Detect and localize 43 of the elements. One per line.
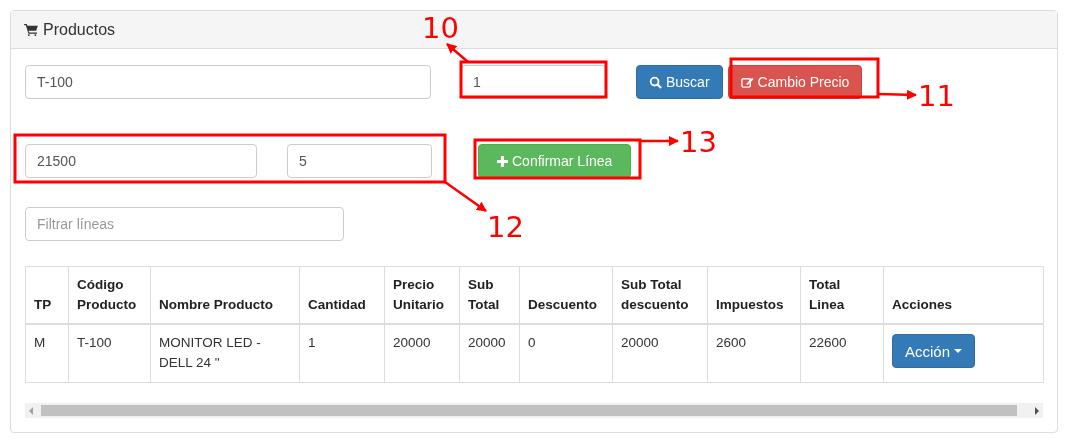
price-field[interactable]: 21500: [25, 144, 257, 178]
callout-number: 11: [918, 79, 955, 113]
panel-title: Productos: [43, 20, 116, 39]
table-cell: 1: [299, 324, 385, 383]
column-header: Cantidad: [299, 266, 385, 324]
column-header: Código Producto: [68, 266, 151, 324]
callout-arrow: [640, 136, 679, 146]
search-icon: [649, 75, 662, 89]
column-header: Precio Unitario: [384, 266, 460, 324]
action-dropdown-button[interactable]: Acción: [892, 334, 976, 368]
callout-number: 12: [487, 210, 524, 244]
table-cell: 20000: [384, 324, 460, 383]
callout-arrow: [444, 181, 487, 212]
table-cell: 0: [519, 324, 613, 383]
callout-arrow: [446, 43, 469, 63]
column-header: Acciones: [883, 266, 1044, 324]
callout-number: 13: [680, 125, 717, 159]
callout-arrow: [877, 89, 917, 100]
search-button[interactable]: Buscar: [636, 65, 723, 99]
edit-icon: [740, 75, 754, 89]
column-header: Total Linea: [800, 266, 884, 324]
table-cell: 22600: [800, 324, 884, 383]
callout-number: 10: [422, 11, 459, 45]
change-price-button[interactable]: Cambio Precio: [727, 65, 863, 99]
table-cell: MONITOR LED - DELL 24 ": [150, 324, 300, 383]
column-header: Sub Total: [459, 266, 520, 324]
column-header: Sub Total descuento: [612, 266, 708, 324]
quantity-field[interactable]: 1: [461, 65, 606, 99]
column-header: Descuento: [519, 266, 613, 324]
product-code-field[interactable]: T-100: [25, 65, 431, 99]
table-cell: T-100: [68, 324, 151, 383]
filter-field[interactable]: Filtrar líneas: [25, 207, 344, 241]
column-header: Impuestos: [707, 266, 801, 324]
line-quantity-field[interactable]: 5: [287, 144, 432, 178]
table-cell: 2600: [707, 324, 801, 383]
cart-icon: [24, 23, 38, 36]
column-header: TP: [25, 266, 69, 324]
table-cell: 20000: [459, 324, 520, 383]
table-cell: M: [25, 324, 69, 383]
plus-icon: [497, 155, 508, 167]
horizontal-scrollbar[interactable]: [25, 403, 1043, 418]
column-header: Nombre Producto: [150, 266, 300, 324]
table-cell: 20000: [612, 324, 708, 383]
